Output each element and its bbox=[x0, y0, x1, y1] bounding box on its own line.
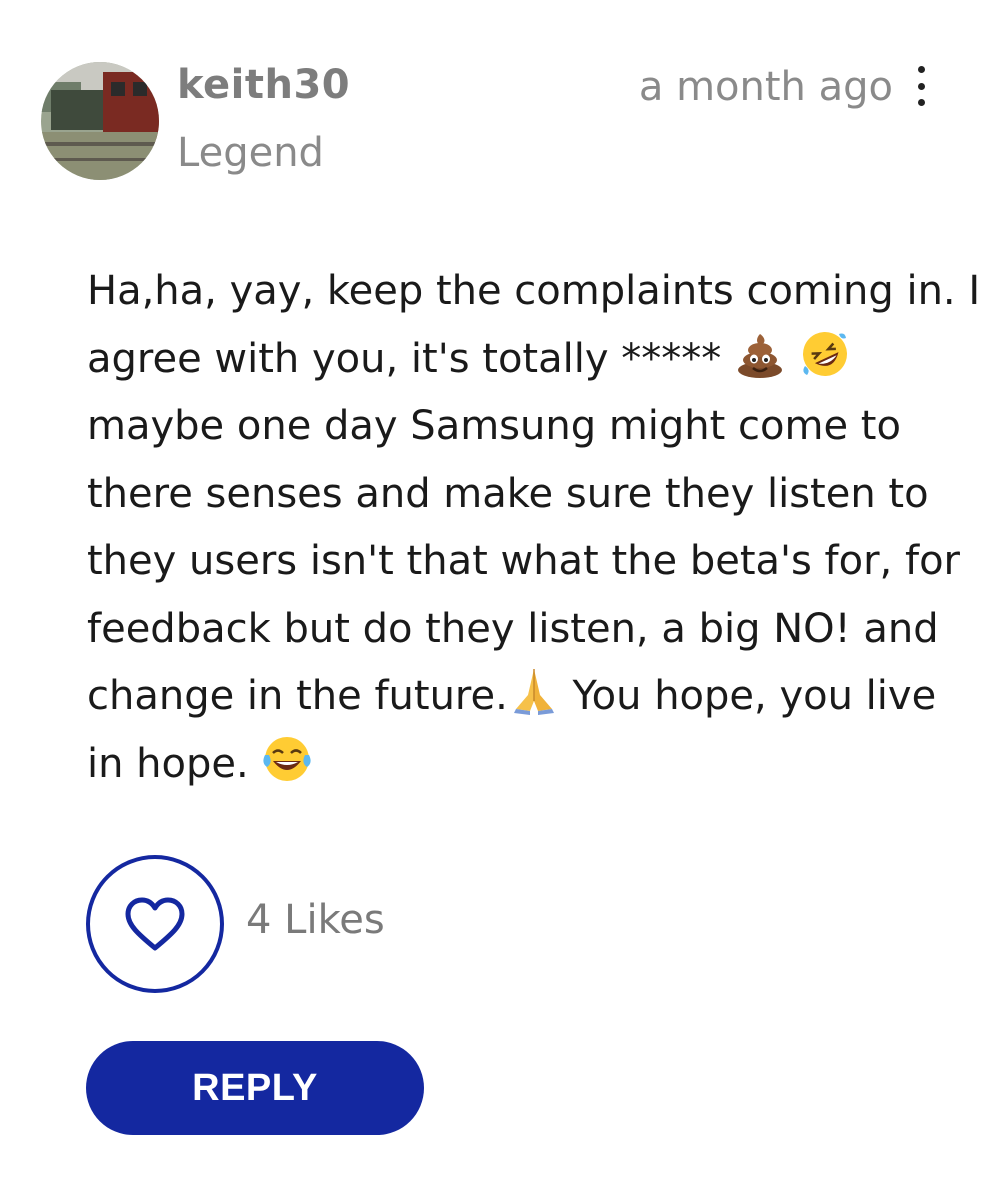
post-body-line: maybe one day Samsung might come to bbox=[87, 403, 901, 449]
likes-count: 4 Likes bbox=[246, 897, 385, 943]
post-body-line: Ha,ha, yay, keep the complaints coming i… bbox=[87, 268, 981, 314]
avatar[interactable] bbox=[41, 62, 159, 180]
post-timestamp: a month ago bbox=[638, 64, 893, 110]
more-dot-icon bbox=[917, 82, 925, 90]
tears-of-joy-icon bbox=[263, 736, 312, 781]
post-body-line: in hope. bbox=[87, 731, 949, 799]
post-body-line: they users isn't that what the beta's fo… bbox=[87, 538, 960, 584]
heart-icon bbox=[125, 897, 185, 951]
author-rank: Legend bbox=[177, 130, 324, 176]
post-body-line: there senses and make sure they listen t… bbox=[87, 470, 929, 517]
folded-hands-icon bbox=[513, 669, 554, 715]
avatar-image bbox=[41, 62, 159, 180]
rolling-laughing-icon bbox=[802, 331, 847, 376]
more-dot-icon bbox=[917, 66, 925, 73]
more-options-button[interactable] bbox=[906, 66, 936, 106]
post-body-line: agree with you, it's totally ***** bbox=[87, 326, 949, 394]
post-body: Ha,ha, yay, keep the complaints coming i… bbox=[87, 258, 981, 799]
post-body-line: feedback but do they listen, a big NO! a… bbox=[87, 605, 939, 652]
pile-of-poo-icon bbox=[737, 333, 782, 378]
author-name[interactable]: keith30 bbox=[177, 62, 350, 108]
post-body-line: change in the future. You hope, you live bbox=[87, 663, 949, 731]
like-button[interactable] bbox=[86, 855, 224, 993]
more-dot-icon bbox=[917, 99, 925, 106]
reply-button[interactable]: REPLY bbox=[86, 1041, 424, 1135]
